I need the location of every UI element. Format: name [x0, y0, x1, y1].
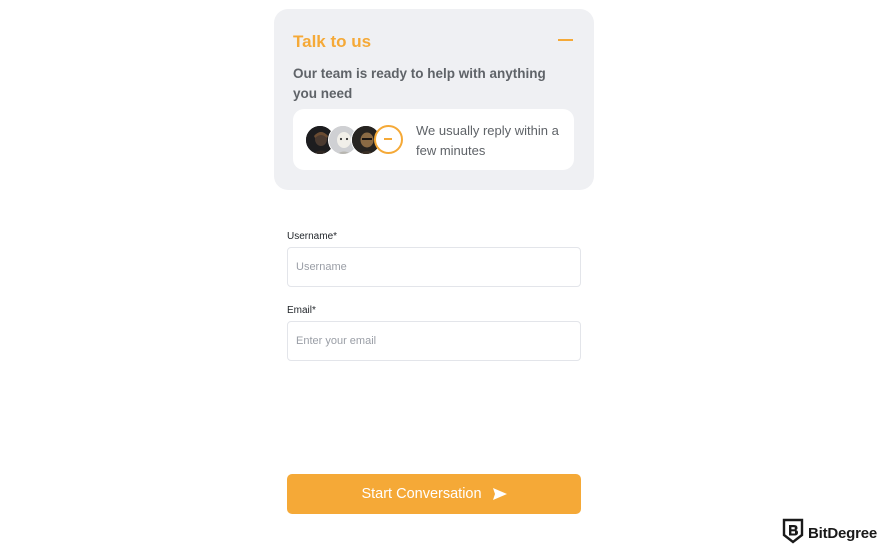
- reply-time-box: We usually reply within a few minutes: [293, 109, 574, 170]
- reply-time-text: We usually reply within a few minutes: [416, 123, 559, 158]
- card-subtitle: Our team is ready to help with anything …: [293, 66, 546, 101]
- username-label: Username*: [287, 231, 338, 242]
- card-title: Talk to us: [293, 32, 372, 51]
- email-input[interactable]: [287, 321, 581, 361]
- more-agents-icon: [374, 125, 403, 154]
- collapse-minus-icon[interactable]: [558, 39, 573, 41]
- bitdegree-logo-icon: [782, 518, 804, 549]
- bitdegree-watermark: BitDegree: [782, 518, 877, 549]
- start-conversation-label: Start Conversation: [361, 486, 482, 502]
- bitdegree-wordmark: BitDegree: [808, 525, 878, 542]
- send-icon: [492, 488, 507, 500]
- talk-to-us-card: Talk to us Our team is ready to help wit…: [274, 9, 594, 190]
- start-conversation-button[interactable]: Start Conversation: [287, 474, 581, 514]
- username-input[interactable]: [287, 247, 581, 287]
- email-label: Email*: [287, 305, 316, 316]
